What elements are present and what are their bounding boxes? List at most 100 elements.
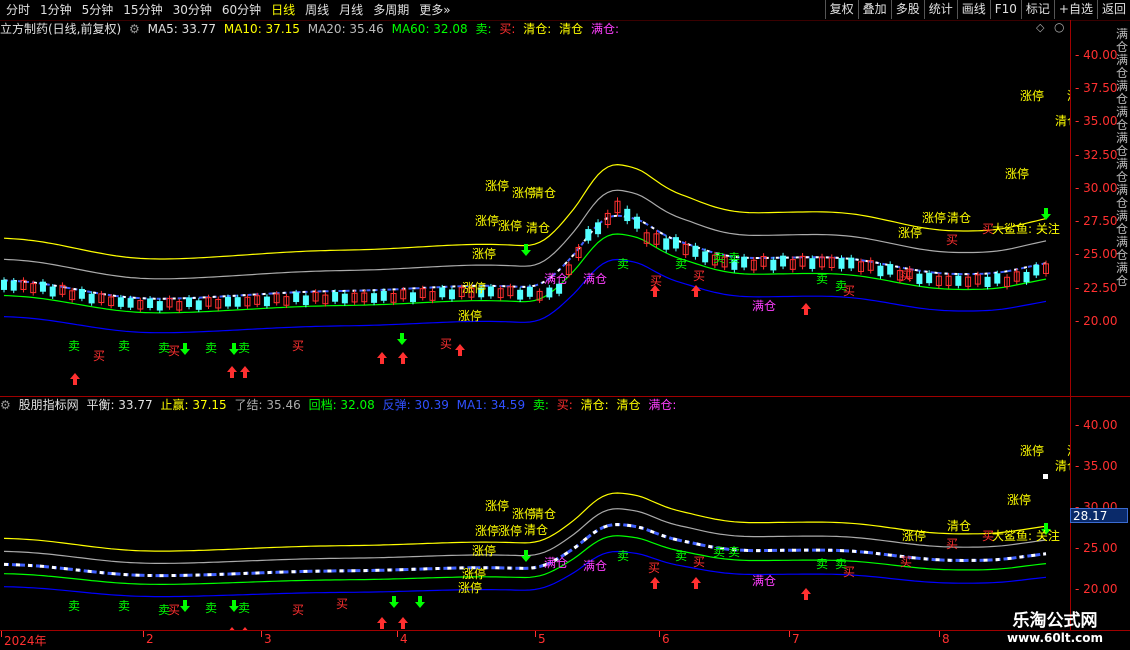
candle-body bbox=[1023, 271, 1030, 283]
candle-body bbox=[410, 292, 417, 303]
candle-body bbox=[78, 288, 85, 299]
sell-arrow-icon bbox=[180, 343, 190, 355]
candle-body bbox=[448, 289, 455, 300]
top-axis-tick: - 30.00 bbox=[1075, 181, 1118, 195]
candle-body bbox=[302, 295, 309, 306]
candle-body bbox=[341, 293, 348, 304]
big-fish-annotation: 大鲨鱼: 关注 bbox=[992, 221, 1060, 236]
sell-arrow-icon bbox=[180, 600, 190, 612]
limit-up-label: 涨停 bbox=[475, 213, 499, 228]
full-position-label: 满仓 bbox=[583, 559, 607, 573]
buy-signal-label: 买 bbox=[900, 555, 912, 569]
candle-body bbox=[585, 229, 592, 241]
clear-position-label: 清仓 bbox=[947, 519, 971, 533]
candle-body bbox=[838, 258, 845, 269]
candle-body bbox=[186, 297, 193, 308]
time-axis-tick bbox=[789, 631, 790, 637]
limit-up-label: 涨停 bbox=[1020, 443, 1044, 458]
candle-body bbox=[692, 245, 699, 257]
time-axis-label: 4 bbox=[400, 632, 408, 646]
time-axis-tick bbox=[143, 631, 144, 637]
limit-up-label: 涨停 bbox=[1020, 88, 1044, 103]
buy-signal-label: 买 bbox=[440, 337, 452, 351]
buy-signal-label: 买 bbox=[292, 603, 304, 617]
clear-position-label: 清仓 bbox=[532, 186, 556, 200]
time-axis-label: 3 bbox=[264, 632, 272, 646]
buy-signal-label: 买 bbox=[946, 537, 958, 551]
buy-arrow-icon bbox=[227, 366, 237, 378]
kline-chart[interactable]: 卖卖卖卖卖卖卖卖卖卖 卖买买买买买 买买买买买涨停涨停涨停涨停涨停 涨停涨停涨停涨停涨… bbox=[0, 0, 1070, 630]
buy-signal-label: 买 bbox=[693, 269, 705, 283]
candle-body bbox=[439, 287, 446, 298]
candle-body bbox=[10, 280, 17, 291]
top-axis-tick: - 27.50 bbox=[1075, 214, 1118, 228]
buy-signal-label: 买 bbox=[648, 561, 660, 575]
bottom-axis-tick: - 40.00 bbox=[1075, 418, 1118, 432]
candle-body bbox=[1033, 264, 1040, 276]
time-axis-tick bbox=[397, 631, 398, 637]
sell-arrow-icon bbox=[397, 333, 407, 345]
buy-arrow-icon bbox=[240, 366, 250, 378]
time-axis-tick bbox=[261, 631, 262, 637]
candle-body bbox=[848, 257, 855, 269]
limit-up-label: 涨停 bbox=[472, 543, 496, 558]
limit-up-label: 涨停 bbox=[1005, 166, 1029, 181]
candle-body bbox=[371, 293, 378, 303]
candle-body bbox=[1, 279, 7, 290]
time-axis-tick bbox=[1, 631, 2, 637]
limit-up-label: 涨停 bbox=[462, 280, 486, 295]
clear-position-label: 清仓 bbox=[532, 507, 556, 521]
buy-signal-label: 买 bbox=[292, 339, 304, 353]
candle-body bbox=[88, 293, 95, 304]
limit-up-label: 涨停 bbox=[485, 498, 509, 513]
top-axis-tick: - 32.50 bbox=[1075, 148, 1118, 162]
candle-body bbox=[633, 216, 640, 229]
buy-signal-label: 买 bbox=[168, 344, 180, 358]
time-axis-label: 6 bbox=[662, 632, 670, 646]
time-axis: 2024年 2 3 4 5 6 7 8 bbox=[0, 631, 1070, 650]
top-axis-tick: - 37.50 bbox=[1075, 81, 1118, 95]
full-position-label: 满仓 bbox=[544, 556, 568, 570]
candle-body bbox=[887, 264, 894, 275]
sell-signal-label: 卖 bbox=[617, 257, 629, 271]
buy-arrow-icon bbox=[377, 352, 387, 364]
candle-body bbox=[994, 273, 1001, 284]
buy-arrow-icon bbox=[398, 352, 408, 364]
sell-arrow-icon bbox=[415, 596, 425, 608]
buy-signal-label: 买 bbox=[843, 565, 855, 579]
sell-signal-label: 卖 bbox=[205, 341, 217, 355]
time-axis-label: 2 bbox=[146, 632, 154, 646]
limit-up-label: 涨停 bbox=[498, 218, 522, 233]
sell-signal-label: 卖 bbox=[675, 549, 687, 563]
time-axis-label: 2024年 bbox=[4, 634, 47, 648]
top-axis-tick: - 20.00 bbox=[1075, 314, 1118, 328]
sell-signal-label: 卖 bbox=[713, 545, 725, 559]
sell-signal-label: 卖 bbox=[118, 339, 130, 353]
candle-body bbox=[156, 301, 163, 311]
top-axis-tick: - 22.50 bbox=[1075, 281, 1118, 295]
current-marker bbox=[1043, 474, 1048, 479]
candle-body bbox=[147, 298, 154, 308]
clear-position-label: 清仓 bbox=[1067, 444, 1070, 458]
limit-up-label: 涨停 bbox=[458, 308, 482, 323]
buy-arrow-icon bbox=[455, 344, 465, 356]
buy-arrow-icon bbox=[229, 627, 235, 630]
limit-up-label: 涨停 bbox=[898, 225, 922, 240]
toolbar-button-8[interactable]: 返回 bbox=[1096, 0, 1130, 19]
candle-body bbox=[263, 296, 270, 307]
buy-arrow-icon bbox=[691, 577, 701, 589]
buy-signal-label: 买 bbox=[946, 233, 958, 247]
buy-signal-label: 买 bbox=[168, 603, 180, 617]
limit-up-label: 涨停 bbox=[462, 566, 486, 581]
sell-signal-label: 卖 bbox=[728, 251, 740, 265]
sell-arrow-icon bbox=[389, 596, 399, 608]
sell-arrow-icon bbox=[1041, 208, 1051, 220]
time-axis-tick bbox=[659, 631, 660, 637]
limit-up-label: 涨停 bbox=[1007, 492, 1031, 507]
bottom-axis-tick: - 25.00 bbox=[1075, 541, 1118, 555]
time-axis-tick bbox=[939, 631, 940, 637]
sell-signal-label: 卖 bbox=[675, 257, 687, 271]
limit-up-label: 涨停 bbox=[458, 580, 482, 595]
full-position-label: 满仓 bbox=[583, 272, 607, 286]
sell-signal-label: 卖 bbox=[68, 339, 80, 353]
